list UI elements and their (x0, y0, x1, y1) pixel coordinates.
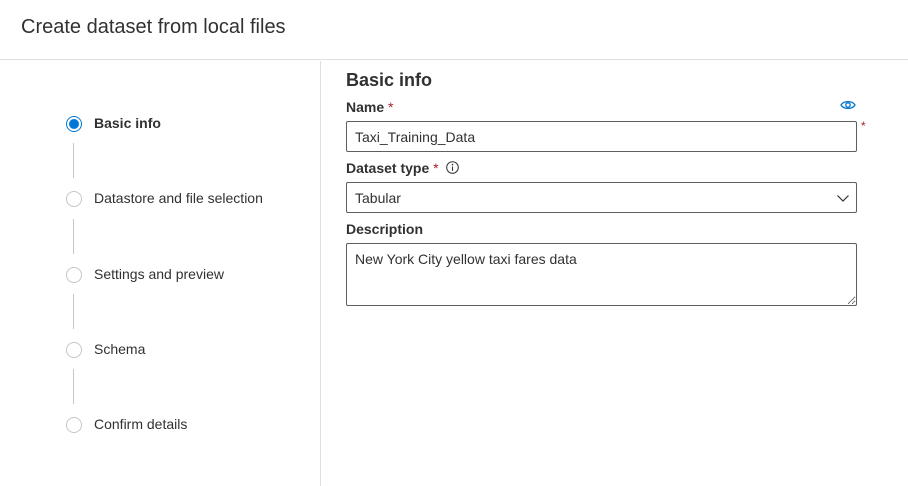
basic-info-form: Basic info Name * * Dataset type * Tabul… (322, 61, 908, 486)
step-label: Datastore and file selection (94, 190, 263, 206)
name-input[interactable] (346, 121, 857, 152)
step-indicator-icon (66, 342, 82, 358)
step-connector (73, 219, 74, 254)
step-schema[interactable]: Schema (66, 340, 316, 360)
step-settings-and-preview[interactable]: Settings and preview (66, 265, 316, 285)
step-label: Confirm details (94, 416, 188, 432)
step-indicator-icon (66, 191, 82, 207)
step-label: Settings and preview (94, 266, 224, 282)
step-datastore-and-file-selection[interactable]: Datastore and file selection (66, 189, 316, 209)
required-marker: * (433, 160, 439, 176)
step-connector (73, 294, 74, 329)
chevron-down-icon (836, 191, 850, 210)
step-indicator-icon (66, 417, 82, 433)
dataset-type-label-text: Dataset type (346, 160, 430, 176)
dataset-type-selected-value: Tabular (355, 190, 401, 206)
step-basic-info[interactable]: Basic info (66, 114, 316, 134)
step-indicator-icon (66, 267, 82, 283)
required-marker: * (861, 119, 866, 133)
step-label: Basic info (94, 115, 161, 131)
eye-icon[interactable] (840, 98, 856, 116)
step-active-indicator-icon (66, 116, 82, 132)
step-connector (73, 143, 74, 178)
description-label: Description (346, 221, 424, 237)
description-textarea[interactable]: New York City yellow taxi fares data (346, 243, 857, 306)
name-label-text: Name (346, 99, 385, 115)
dataset-type-dropdown[interactable]: Tabular (346, 182, 857, 213)
dataset-type-label: Dataset type * (346, 160, 459, 177)
section-title: Basic info (346, 70, 433, 90)
step-confirm-details[interactable]: Confirm details (66, 415, 316, 435)
page-title: Create dataset from local files (21, 16, 286, 38)
page-header: Create dataset from local files (0, 0, 908, 60)
step-connector (73, 369, 74, 404)
info-icon[interactable] (445, 161, 459, 177)
step-label: Schema (94, 341, 146, 357)
required-marker: * (388, 99, 394, 115)
name-label: Name * (346, 99, 393, 115)
